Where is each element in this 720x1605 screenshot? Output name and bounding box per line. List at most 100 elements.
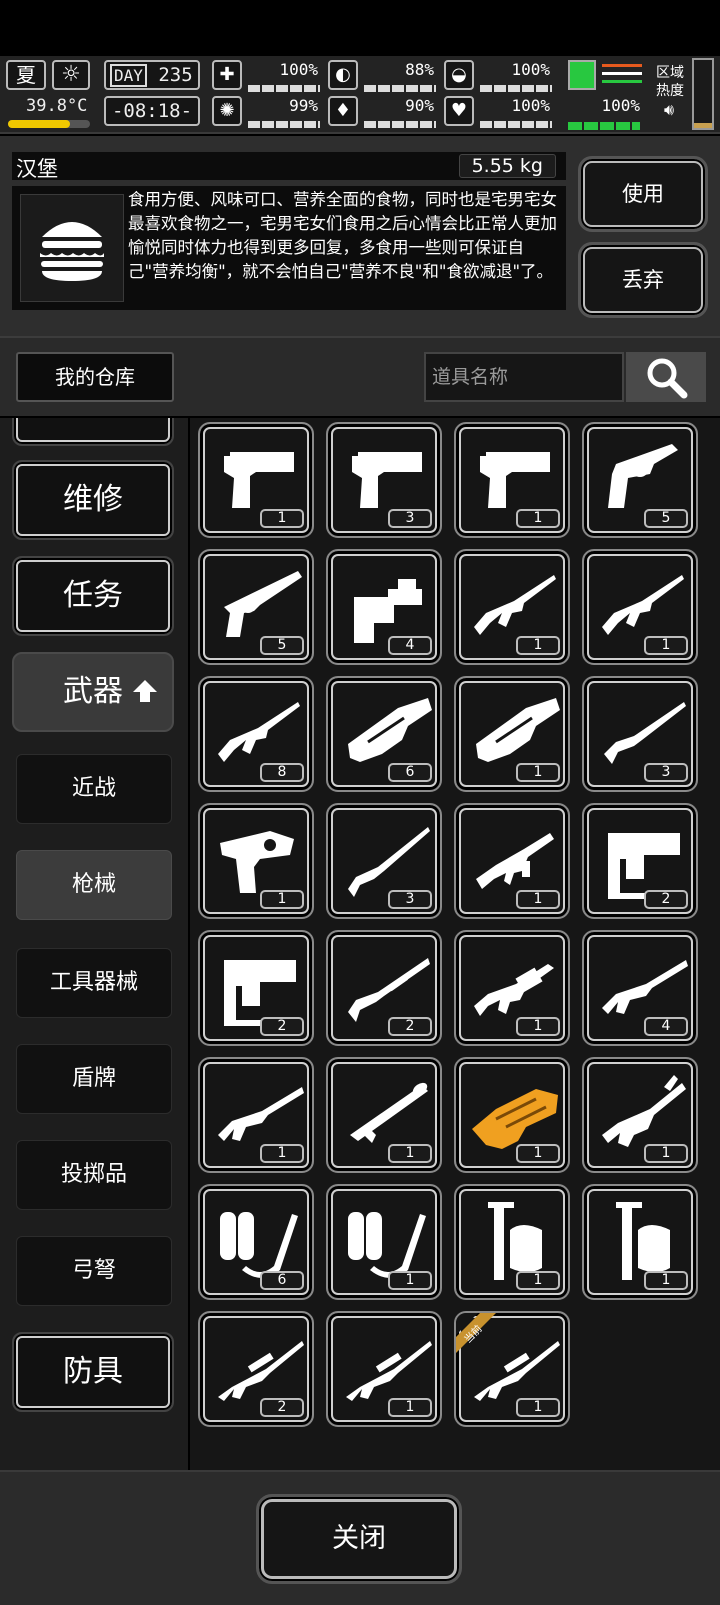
quantity-badge: 1 (388, 1398, 432, 1417)
minigun-icon (476, 698, 560, 762)
quantity-badge: 1 (516, 636, 560, 655)
sub-throwables[interactable]: 投掷品 (16, 1140, 172, 1210)
heavy-nailer-icon (608, 833, 680, 899)
quantity-badge: 4 (388, 636, 432, 655)
weapon-slot[interactable]: 1 当前 (454, 1311, 570, 1427)
weapon-slot[interactable]: 8 (198, 676, 314, 792)
footer: 关闭 (0, 1470, 720, 1605)
weapon-slot[interactable]: 1 (198, 1057, 314, 1173)
weapon-slot[interactable]: 4 (326, 549, 442, 665)
shotgun-icon (604, 702, 686, 764)
flare-gun-icon (220, 831, 294, 893)
search-button[interactable] (626, 352, 706, 402)
weapon-slot[interactable]: 5 (198, 549, 314, 665)
item-search-input[interactable] (424, 352, 624, 402)
health-bar (248, 85, 320, 92)
weapon-slot[interactable]: 1 (326, 1184, 442, 1300)
assault-rifle-icon (602, 575, 684, 635)
quantity-badge: 1 (516, 763, 560, 782)
quantity-badge: 1 (516, 509, 560, 528)
revolver-long-icon (224, 571, 302, 637)
sanity-stat: ✺ 99% (212, 96, 324, 130)
quantity-badge: 1 (644, 1144, 688, 1163)
weapon-slot[interactable]: 1 (198, 422, 314, 538)
nail-gun-icon (354, 579, 422, 643)
weapon-slot[interactable]: 2 (198, 1311, 314, 1427)
stamina-stat: 100% (568, 60, 644, 130)
weapon-slot[interactable]: 3 (582, 676, 698, 792)
weapon-slot[interactable]: 5 (582, 422, 698, 538)
weapon-slot[interactable]: 1 (454, 803, 570, 919)
weapon-slot[interactable]: 1 (326, 1057, 442, 1173)
weapon-slot[interactable]: 1 (454, 1057, 570, 1173)
desert-eagle-icon (480, 452, 550, 508)
weapon-slot[interactable]: 1 (454, 930, 570, 1046)
category-sidebar[interactable]: 维修 任务 武器 近战 枪械 工具器械 盾牌 投掷品 弓弩 防具 (0, 418, 188, 1470)
golden-blaster-icon (472, 1089, 558, 1149)
armor-stat: ◒ 100% (444, 60, 556, 94)
flamethrower-icon (220, 1212, 298, 1278)
weapon-slot[interactable]: 1 (454, 422, 570, 538)
pump-shotgun-icon (348, 958, 430, 1022)
season-indicator: 夏 (6, 60, 46, 90)
weapon-slot[interactable]: 1 (454, 549, 570, 665)
assault-rifle-icon (474, 575, 556, 635)
item-description-box: 食用方便、风味可口、营养全面的食物，同时也是宅男宅女最喜欢食物之一，宅男宅女们食… (12, 186, 566, 310)
quantity-badge: 3 (644, 763, 688, 782)
quantity-badge: 5 (644, 509, 688, 528)
clock-readout: -08:18- (104, 96, 200, 126)
sub-firearms[interactable]: 枪械 (16, 850, 172, 920)
category-repair[interactable]: 维修 (12, 460, 174, 540)
weapon-slot[interactable]: 1 (582, 1184, 698, 1300)
sub-melee[interactable]: 近战 (16, 754, 172, 824)
medkit-icon: ✚ (212, 60, 242, 90)
hunger-value: 88% (405, 60, 434, 79)
item-weight: 5.55 kg (458, 154, 556, 178)
weapon-slot[interactable]: 6 (326, 676, 442, 792)
weapon-slot[interactable]: 1 (198, 803, 314, 919)
weapon-slot[interactable]: 2 (582, 803, 698, 919)
mood-bar (480, 121, 552, 128)
category-button-hidden[interactable] (12, 418, 174, 446)
quantity-badge: 4 (644, 1017, 688, 1036)
weapon-slot[interactable]: 6 (198, 1184, 314, 1300)
category-armor[interactable]: 防具 (12, 1332, 174, 1412)
drop-button[interactable]: 丢弃 (578, 242, 708, 318)
weapon-slot[interactable]: 1 (454, 1184, 570, 1300)
plasma-rifle-icon (602, 1075, 686, 1147)
health-stat: ✚ 100% (212, 60, 324, 94)
quantity-badge: 2 (644, 890, 688, 909)
quantity-badge: 1 (260, 1144, 304, 1163)
weapon-slot[interactable]: 1 (582, 549, 698, 665)
sniper-rifle-icon (218, 1341, 304, 1401)
weapon-slot[interactable]: 4 (582, 930, 698, 1046)
close-button[interactable]: 关闭 (256, 1494, 462, 1584)
weapon-slot[interactable]: 3 (326, 803, 442, 919)
combat-shotgun-icon (218, 1087, 304, 1141)
weapon-slot[interactable]: 2 (198, 930, 314, 1046)
item-name-bar: 汉堡 5.55 kg (12, 152, 566, 181)
sub-shields[interactable]: 盾牌 (16, 1044, 172, 1114)
flamethrower-icon (348, 1212, 426, 1278)
use-button[interactable]: 使用 (578, 156, 708, 232)
quantity-badge: 5 (260, 636, 304, 655)
flag-icon (602, 64, 642, 86)
sub-tools[interactable]: 工具器械 (16, 948, 172, 1018)
sanity-bar (248, 121, 320, 128)
speaker-icon[interactable]: 🔊︎ (664, 100, 674, 120)
hunting-rifle-icon (348, 827, 430, 897)
category-task[interactable]: 任务 (12, 556, 174, 636)
weapon-slot[interactable]: 3 (326, 422, 442, 538)
weapon-slot[interactable]: 1 (326, 1311, 442, 1427)
category-weapons[interactable]: 武器 (12, 652, 174, 732)
hunger-stat: ◐ 88% (328, 60, 440, 94)
sub-bows[interactable]: 弓弩 (16, 1236, 172, 1306)
quantity-badge: 2 (388, 1017, 432, 1036)
day-counter: DAY 235 (104, 60, 200, 90)
weapon-slot[interactable]: 1 (582, 1057, 698, 1173)
my-warehouse-tab[interactable]: 我的仓库 (16, 352, 174, 402)
burger-icon (20, 194, 124, 302)
weapon-slot[interactable]: 1 (454, 676, 570, 792)
weapon-slot[interactable]: 2 (326, 930, 442, 1046)
quantity-badge: 1 (516, 1017, 560, 1036)
